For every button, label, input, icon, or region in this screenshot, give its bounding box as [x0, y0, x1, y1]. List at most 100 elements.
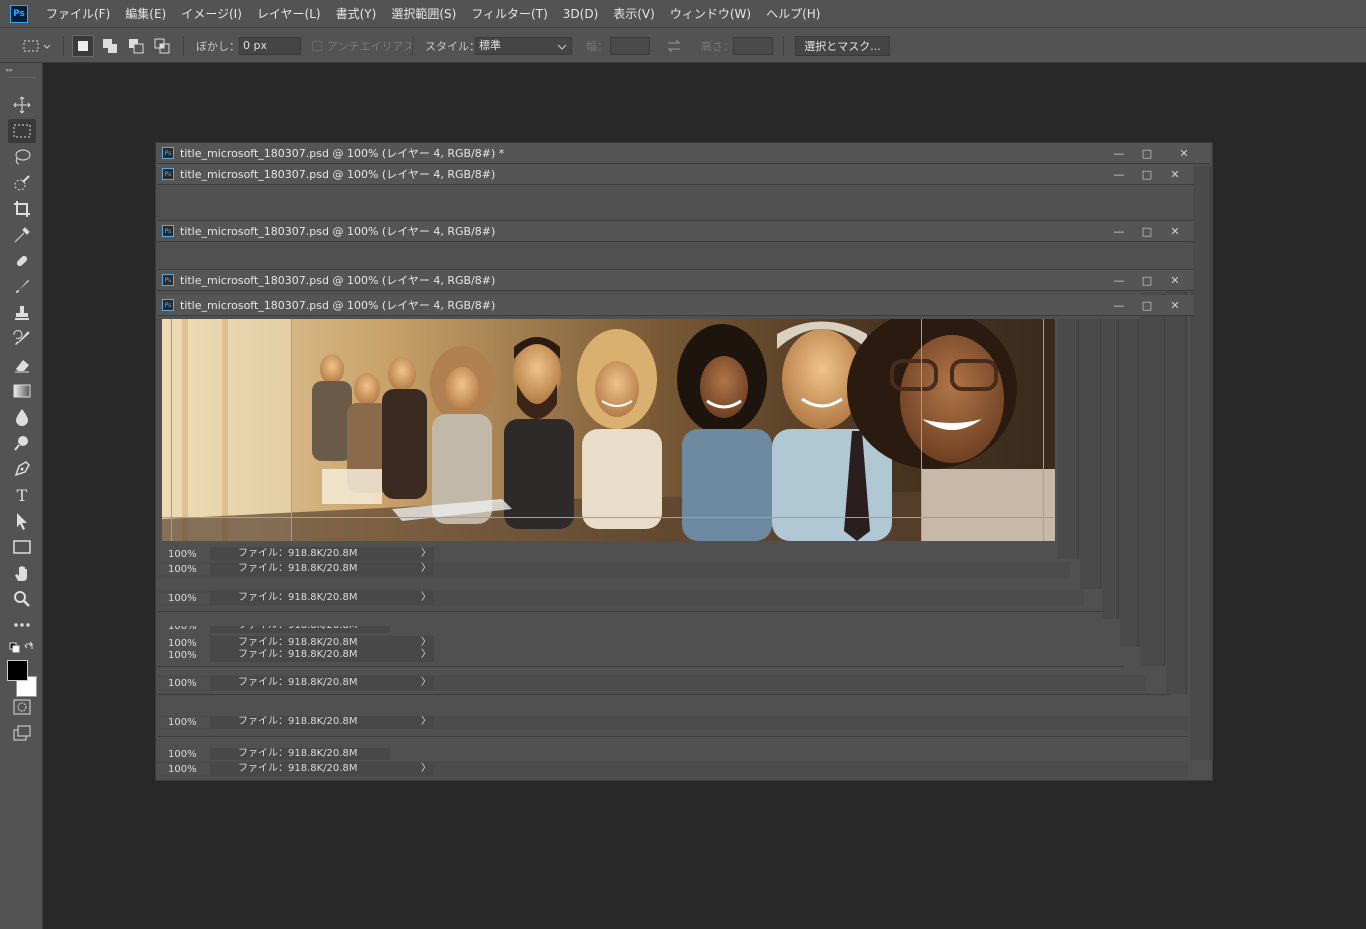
- maximize-icon[interactable]: □: [1133, 225, 1161, 238]
- zoom-level[interactable]: 100%: [158, 637, 210, 649]
- swap-width-height-icon[interactable]: [666, 39, 682, 53]
- status-menu-arrow-icon[interactable]: 〉: [418, 762, 434, 776]
- rectangle-tool-icon[interactable]: [8, 535, 36, 559]
- close-icon[interactable]: ✕: [1161, 274, 1189, 287]
- status-menu-arrow-icon[interactable]: 〉: [418, 547, 434, 561]
- menu-window[interactable]: ウィンドウ(W): [670, 5, 751, 22]
- quick-mask-icon[interactable]: [8, 695, 36, 719]
- minimize-icon[interactable]: —: [1105, 147, 1133, 160]
- crop-tool-icon[interactable]: [8, 197, 36, 221]
- close-icon[interactable]: ✕: [1161, 168, 1189, 181]
- panel-collapse-icon[interactable]: ▸▸: [6, 66, 13, 74]
- zoom-level[interactable]: 100%: [158, 592, 210, 604]
- vertical-guide[interactable]: [921, 319, 922, 541]
- document-canvas[interactable]: [162, 319, 1055, 541]
- path-selection-tool-icon[interactable]: [8, 509, 36, 533]
- minimize-icon[interactable]: —: [1105, 168, 1133, 181]
- minimize-icon[interactable]: —: [1105, 225, 1133, 238]
- close-icon[interactable]: ✕: [1161, 147, 1207, 160]
- file-info: ファイル：918.8K/20.8M: [210, 748, 390, 760]
- type-tool-icon[interactable]: T: [8, 483, 36, 507]
- brush-tool-icon[interactable]: [8, 275, 36, 299]
- style-label: スタイル：: [425, 40, 480, 53]
- vertical-guide[interactable]: [291, 319, 292, 541]
- pen-tool-icon[interactable]: [8, 457, 36, 481]
- file-info: ファイル：918.8K/20.8M: [210, 626, 390, 633]
- status-menu-arrow-icon[interactable]: 〉: [418, 648, 434, 662]
- menu-3d[interactable]: 3D(D): [563, 7, 598, 21]
- screen-mode-icon[interactable]: [8, 721, 36, 745]
- zoom-level[interactable]: 100%: [158, 763, 210, 775]
- vertical-guide[interactable]: [171, 319, 172, 541]
- rectangular-marquee-tool-icon[interactable]: [8, 119, 36, 143]
- default-colors-icon[interactable]: [8, 639, 36, 657]
- add-to-selection-icon[interactable]: [101, 37, 119, 55]
- document-tab[interactable]: Ps title_microsoft_180307.psd @ 100% (レイ…: [157, 270, 1193, 291]
- menu-help[interactable]: ヘルプ(H): [766, 5, 820, 22]
- history-brush-tool-icon[interactable]: [8, 327, 36, 351]
- document-tab[interactable]: Ps title_microsoft_180307.psd @ 100% (レイ…: [157, 221, 1193, 242]
- style-select[interactable]: 標準: [475, 37, 572, 55]
- document-tab[interactable]: Ps title_microsoft_180307.psd @ 100% (レイ…: [157, 164, 1193, 185]
- select-and-mask-button[interactable]: 選択とマスク...: [795, 36, 890, 56]
- menu-edit[interactable]: 編集(E): [125, 5, 166, 22]
- foreground-color-swatch[interactable]: [7, 660, 28, 681]
- zoom-level[interactable]: 100%: [158, 677, 210, 689]
- maximize-icon[interactable]: □: [1133, 168, 1161, 181]
- tool-preset-picker[interactable]: [22, 28, 52, 64]
- menu-layer[interactable]: レイヤー(L): [257, 5, 321, 22]
- menu-type[interactable]: 書式(Y): [336, 5, 377, 22]
- menu-file[interactable]: ファイル(F): [46, 5, 110, 22]
- antialias-checkbox[interactable]: [312, 41, 322, 51]
- photoshop-logo-icon[interactable]: Ps: [10, 4, 28, 23]
- new-selection-icon[interactable]: [72, 35, 94, 57]
- file-info: ファイル：918.8K/20.8M: [210, 676, 418, 690]
- status-menu-arrow-icon: 〉: [418, 716, 434, 729]
- move-tool-icon[interactable]: [8, 93, 36, 117]
- status-menu-arrow-icon[interactable]: 〉: [418, 562, 434, 576]
- document-tab[interactable]: Ps title_microsoft_180307.psd @ 100% (レイ…: [157, 143, 1210, 164]
- status-menu-arrow-icon[interactable]: 〉: [418, 676, 434, 690]
- feather-input[interactable]: 0 px: [239, 37, 301, 55]
- zoom-level[interactable]: 100%: [158, 649, 210, 661]
- zoom-tool-icon[interactable]: [8, 587, 36, 611]
- status-menu-arrow-icon[interactable]: 〉: [418, 591, 434, 605]
- horizontal-guide[interactable]: [162, 517, 1055, 518]
- menu-view[interactable]: 表示(V): [613, 5, 655, 22]
- intersect-selection-icon[interactable]: [153, 37, 171, 55]
- dodge-tool-icon[interactable]: [8, 431, 36, 455]
- subtract-from-selection-icon[interactable]: [127, 37, 145, 55]
- close-icon[interactable]: ✕: [1161, 299, 1189, 312]
- status-bar: 100% ファイル：918.8K/20.8M 〉: [158, 591, 434, 605]
- status-bar-clipped: 100% ファイル：918.8K/20.8M 〉: [158, 748, 390, 760]
- lasso-tool-icon[interactable]: [8, 145, 36, 169]
- status-bar: 100% ファイル：918.8K/20.8M 〉: [158, 676, 434, 690]
- menu-select[interactable]: 選択範囲(S): [391, 5, 456, 22]
- width-input[interactable]: [610, 37, 650, 55]
- file-info: ファイル：918.8K/20.8M: [210, 591, 418, 605]
- maximize-icon[interactable]: □: [1133, 147, 1161, 160]
- healing-brush-tool-icon[interactable]: [8, 249, 36, 273]
- blur-tool-icon[interactable]: [8, 405, 36, 429]
- quick-selection-tool-icon[interactable]: [8, 171, 36, 195]
- maximize-icon[interactable]: □: [1133, 299, 1161, 312]
- eyedropper-tool-icon[interactable]: [8, 223, 36, 247]
- status-bar: 100% ファイル：918.8K/20.8M 〉: [158, 562, 434, 576]
- vertical-guide[interactable]: [1043, 319, 1044, 541]
- eraser-tool-icon[interactable]: [8, 353, 36, 377]
- psd-file-icon: Ps: [162, 168, 174, 180]
- close-icon[interactable]: ✕: [1161, 225, 1189, 238]
- zoom-level[interactable]: 100%: [158, 563, 210, 575]
- maximize-icon[interactable]: □: [1133, 274, 1161, 287]
- minimize-icon[interactable]: —: [1105, 274, 1133, 287]
- document-tab[interactable]: Ps title_microsoft_180307.psd @ 100% (レイ…: [157, 295, 1193, 316]
- minimize-icon[interactable]: —: [1105, 299, 1133, 312]
- menu-filter[interactable]: フィルター(T): [471, 5, 547, 22]
- menu-image[interactable]: イメージ(I): [181, 5, 242, 22]
- clone-stamp-tool-icon[interactable]: [8, 301, 36, 325]
- zoom-level[interactable]: 100%: [158, 548, 210, 560]
- hand-tool-icon[interactable]: [8, 561, 36, 585]
- height-input[interactable]: [733, 37, 773, 55]
- more-tools-icon[interactable]: [8, 613, 36, 637]
- gradient-tool-icon[interactable]: [8, 379, 36, 403]
